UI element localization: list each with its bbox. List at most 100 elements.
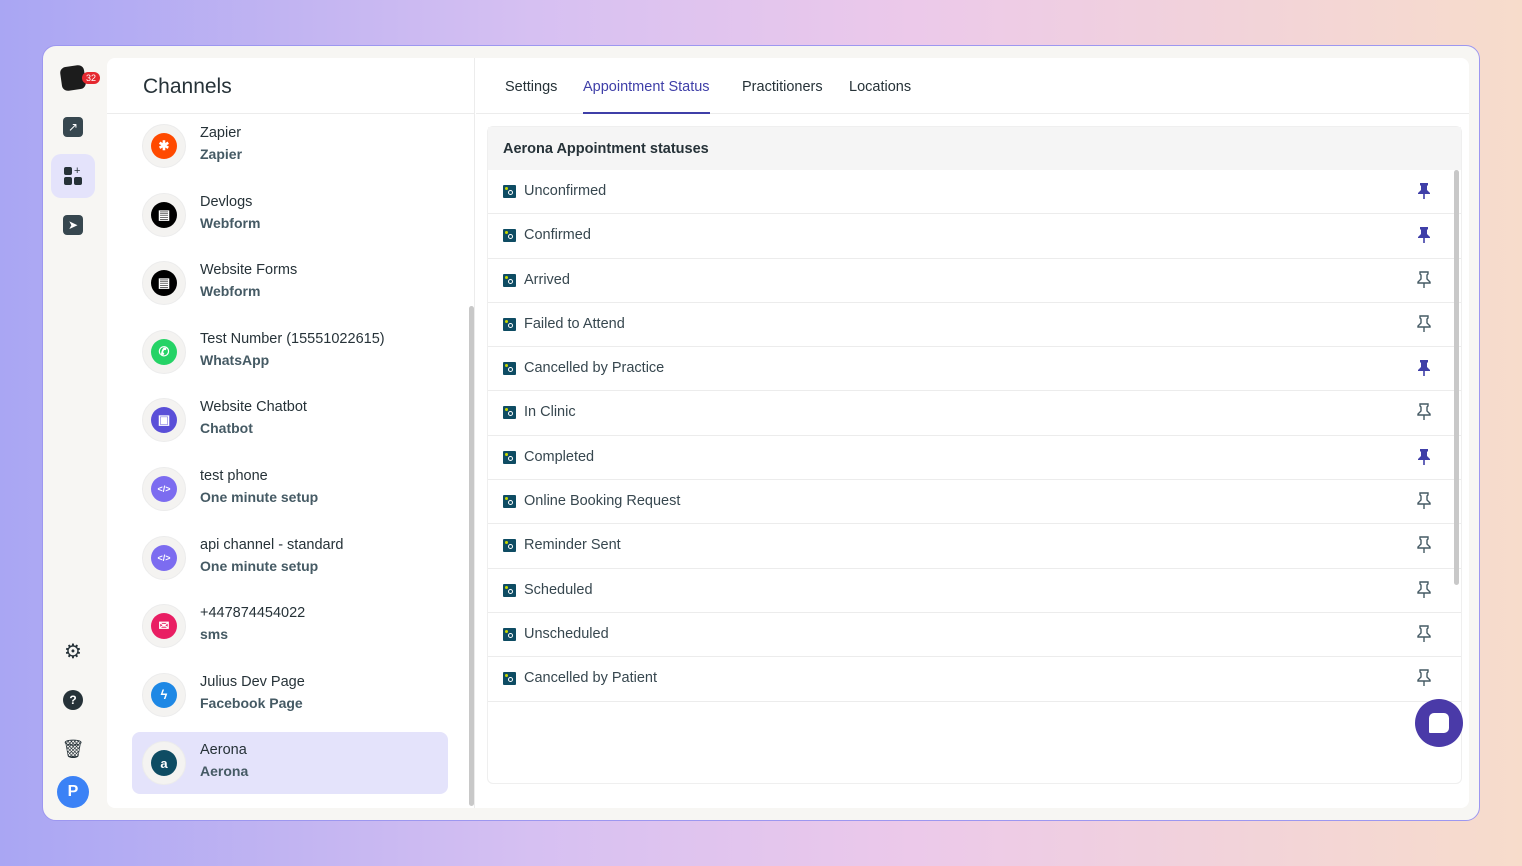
channel-name: api channel - standard [200,536,344,553]
channel-type: Zapier [200,146,243,162]
status-row: Completed [488,436,1461,481]
channel-name: +447874454022 [200,605,306,622]
status-label: Unconfirmed [524,183,607,199]
channel-avatar: ✆ [142,329,186,374]
tab-locations[interactable]: Locations [849,79,911,114]
page-title: Channels [143,75,232,98]
statuses-panel: Aerona Appointment statuses Unconfirmed … [487,126,1462,784]
status-label: Online Booking Request [524,493,681,510]
code-icon: </> [151,476,177,502]
status-label: In Clinic [524,404,576,421]
avatar: P [57,776,89,808]
status-label: Cancelled by Practice [524,360,665,377]
pin-outline-icon[interactable] [1417,669,1431,692]
channels-list-pane: Channels ✱ Zapier Zapier ▤ Devlogs Webfor… [107,58,475,808]
broadcast-button[interactable]: ➤ [51,203,95,247]
sms-icon: ✉ [151,613,177,640]
pin-outline-icon[interactable] [1417,492,1431,515]
status-label: Completed [524,448,595,465]
channel-type: sms [200,626,229,643]
pin-outline-icon[interactable] [1417,580,1431,604]
status-row: Unscheduled [488,613,1461,658]
channel-name: Julius Dev Page [200,673,305,690]
logo-inbox-button[interactable]: 32 [51,56,101,100]
messenger-icon: ϟ [151,681,177,708]
pin-outline-icon[interactable] [1417,625,1431,648]
help-icon: ? [63,690,83,710]
aerona-icon: a [151,750,177,777]
trash-button[interactable]: 🗑 [51,727,95,771]
status-row: Confirmed [488,214,1461,259]
channel-type: Webform [200,283,261,300]
aerona-icon [503,450,516,464]
status-row: Arrived [488,259,1461,303]
settings-button[interactable]: ⚙ [51,629,95,673]
analytics-button[interactable]: ↗ [51,105,95,149]
apps-add-icon: + [64,166,82,185]
profile-button[interactable]: P [51,770,95,814]
channel-name: Devlogs [200,193,253,210]
channel-type: Webform [200,214,261,231]
channel-name: test phone [200,468,268,484]
pin-filled-icon[interactable] [1417,359,1431,382]
main-panel: Channels ✱ Zapier Zapier ▤ Devlogs Webfor… [107,58,1469,808]
pin-outline-icon[interactable] [1417,403,1431,426]
aerona-icon [503,672,516,686]
status-label: Unscheduled [524,625,609,642]
channel-avatar: a [142,741,186,786]
channel-item[interactable]: a Aerona Aerona [132,732,448,795]
pin-outline-icon[interactable] [1417,270,1431,294]
aerona-icon [503,229,516,243]
status-label: Confirmed [524,227,591,244]
status-label: Failed to Attend [524,315,625,332]
chat-widget-button[interactable] [1415,699,1463,747]
channel-item[interactable]: ✆ Test Number (15551022615) WhatsApp [132,321,448,383]
whatsapp-icon: ✆ [151,338,177,365]
pin-outline-icon[interactable] [1417,315,1431,338]
channel-name: Aerona [200,742,247,759]
aerona-icon [503,273,516,287]
chatbot-icon: ▣ [151,407,177,434]
channel-name: Test Number (15551022615) [200,330,385,347]
webform-icon: ▤ [151,270,177,297]
tab-settings[interactable]: Settings [505,79,557,114]
pin-filled-icon[interactable] [1417,448,1431,471]
aerona-icon [503,583,516,597]
status-label: Arrived [524,271,570,288]
channel-avatar: ▤ [142,192,186,237]
help-button[interactable]: ? [51,678,95,722]
channels-scrollbar[interactable] [469,306,474,806]
channel-item[interactable]: </> api channel - standard One minute se… [132,527,448,589]
channel-item[interactable]: </> test phone One minute setup [132,458,448,520]
webform-icon: ▤ [151,201,177,228]
tab-appointment-status[interactable]: Appointment Status [583,79,710,114]
channel-avatar: ϟ [142,672,186,717]
channel-item[interactable]: ▤ Website Forms Webform [132,252,448,314]
aerona-icon [503,406,516,420]
status-row: Scheduled [488,569,1461,613]
send-icon: ➤ [63,215,83,235]
channel-type: Chatbot [200,420,253,437]
status-row: Reminder Sent [488,524,1461,569]
channel-type: Facebook Page [200,694,303,711]
channel-item[interactable]: ▤ Devlogs Webform [132,184,448,246]
channel-avatar: ▣ [142,398,186,443]
channel-item[interactable]: ✱ Zapier Zapier [132,115,448,177]
pin-filled-icon[interactable] [1417,226,1431,249]
channel-name: Zapier [200,125,242,141]
pin-outline-icon[interactable] [1417,536,1431,559]
aerona-icon [503,495,516,509]
pin-filled-icon[interactable] [1417,182,1431,205]
channel-item[interactable]: ▣ Website Chatbot Chatbot [132,389,448,451]
channel-item[interactable]: ✉ +447874454022 sms [132,595,448,657]
tab-practitioners[interactable]: Practitioners [742,79,823,114]
channel-item[interactable]: ϟ Julius Dev Page Facebook Page [132,664,448,726]
channels-button[interactable]: + [51,154,95,198]
channel-avatar: </> [142,467,186,511]
channel-type: One minute setup [200,557,319,574]
status-row: Cancelled by Practice [488,347,1461,392]
channel-avatar: </> [142,535,186,580]
trash-icon: 🗑 [61,738,85,759]
chart-icon: ↗ [63,117,83,137]
statuses-scrollbar[interactable] [1454,170,1459,585]
